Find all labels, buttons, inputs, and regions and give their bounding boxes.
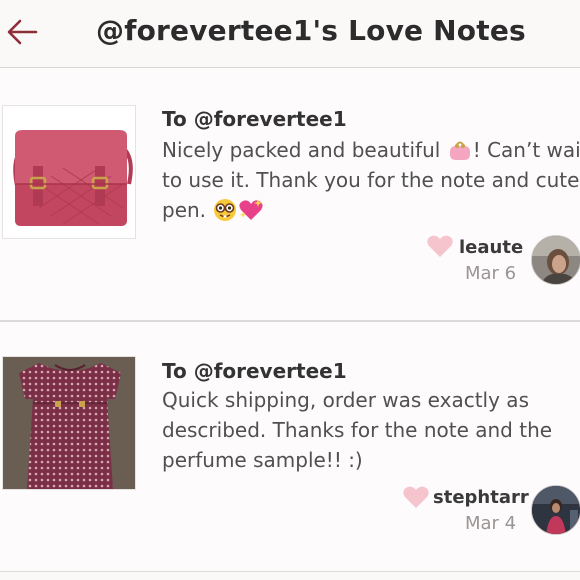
note-author[interactable]: leaute: [459, 237, 523, 258]
user-avatar-image: [532, 236, 580, 284]
nerd-face-emoji-icon: [214, 199, 237, 221]
sparkling-heart-emoji-icon: [239, 199, 263, 220]
note-date: Mar 6: [465, 263, 517, 284]
note-date: Mar 4: [465, 513, 517, 534]
avatar[interactable]: [531, 235, 580, 285]
header-bar: @forevertee1's Love Notes: [0, 0, 580, 68]
love-note-card: To @forevertee1 Nicely packed and beauti…: [0, 69, 580, 320]
purse-emoji-icon: [449, 141, 470, 160]
item-thumbnail[interactable]: [2, 356, 136, 490]
note-message: Quick shipping, order was exactly as des…: [162, 388, 553, 472]
love-note-card: To @forevertee1 Quick shipping, order wa…: [0, 321, 580, 571]
heart-icon[interactable]: [426, 234, 454, 258]
page-title: @forevertee1's Love Notes: [96, 14, 526, 47]
message-text: Nicely packed and beautiful: [162, 138, 447, 162]
note-recipient: To @forevertee1: [162, 359, 347, 383]
back-arrow-icon: [7, 19, 38, 45]
pink-bag-image: [3, 106, 135, 238]
item-thumbnail[interactable]: [2, 105, 136, 239]
note-recipient: To @forevertee1: [162, 107, 347, 131]
next-card-edge: [0, 572, 580, 580]
user-avatar-image: [532, 486, 580, 534]
dress-image: [3, 357, 135, 489]
note-message: Nicely packed and beautiful ! Can’t wait…: [162, 135, 580, 225]
avatar[interactable]: [531, 485, 580, 535]
back-button[interactable]: [4, 12, 40, 52]
heart-icon[interactable]: [402, 485, 430, 509]
note-author[interactable]: stephtarr: [433, 487, 529, 508]
